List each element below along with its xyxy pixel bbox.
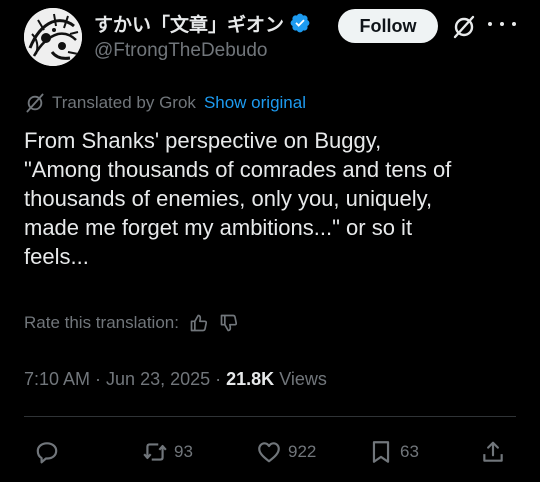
- show-original-link[interactable]: Show original: [204, 93, 306, 113]
- tweet-line: From Shanks' perspective on Buggy,: [24, 128, 382, 153]
- divider: [24, 416, 516, 417]
- repost-icon: [143, 443, 167, 461]
- views-count[interactable]: 21.8K: [226, 369, 274, 390]
- reply-icon: [36, 442, 58, 464]
- tweet-line: thousands of enemies, only you, uniquely…: [24, 186, 433, 211]
- verified-badge-icon: [290, 13, 310, 33]
- like-button[interactable]: 922: [256, 438, 316, 466]
- tweet-line: made me forget my ambitions..." or so it: [24, 215, 413, 240]
- display-name-row[interactable]: すかい「文章」ギオン: [94, 10, 311, 36]
- thumbs-up-icon[interactable]: [189, 313, 209, 333]
- bookmark-icon: [372, 441, 390, 463]
- avatar[interactable]: [24, 8, 82, 66]
- rate-translation-row: Rate this translation:: [24, 312, 239, 334]
- tweet-page: すかい「文章」ギオン @FtrongTheDebudo Follow Trans…: [0, 0, 540, 482]
- user-handle[interactable]: @FtrongTheDebudo: [94, 40, 268, 62]
- translated-by-label: Translated by Grok: [52, 93, 196, 112]
- share-icon: [483, 441, 503, 462]
- translation-notice: Translated by Grok Show original: [24, 92, 306, 114]
- views-label: Views: [279, 368, 327, 389]
- repost-count: 93: [174, 442, 193, 461]
- tweet-text: From Shanks' perspective on Buggy, "Amon…: [24, 126, 524, 271]
- bookmark-count: 63: [400, 442, 419, 461]
- bookmark-button[interactable]: 63: [368, 438, 419, 466]
- follow-button[interactable]: Follow: [338, 9, 438, 43]
- grok-icon[interactable]: [451, 14, 477, 40]
- reply-button[interactable]: [34, 438, 60, 466]
- avatar-image: [24, 8, 82, 66]
- like-count: 922: [288, 442, 317, 461]
- share-button[interactable]: [480, 438, 506, 466]
- thumbs-down-icon[interactable]: [219, 313, 239, 333]
- tweet-line: feels...: [24, 244, 89, 269]
- meta-separator: ·: [215, 368, 222, 389]
- more-icon[interactable]: [488, 12, 516, 36]
- tweet-date[interactable]: Jun 23, 2025: [106, 369, 210, 390]
- grok-translate-icon: [26, 93, 44, 113]
- display-name[interactable]: すかい「文章」ギオン: [94, 10, 284, 37]
- tweet-time[interactable]: 7:10 AM: [24, 369, 90, 390]
- tweet-meta: 7:10 AM · Jun 23, 2025 · 21.8K Views: [24, 367, 327, 391]
- meta-separator: ·: [95, 368, 102, 389]
- heart-icon: [258, 442, 280, 463]
- rate-translation-label: Rate this translation:: [24, 313, 179, 332]
- repost-button[interactable]: 93: [142, 438, 193, 466]
- tweet-line: "Among thousands of comrades and tens of: [24, 157, 452, 182]
